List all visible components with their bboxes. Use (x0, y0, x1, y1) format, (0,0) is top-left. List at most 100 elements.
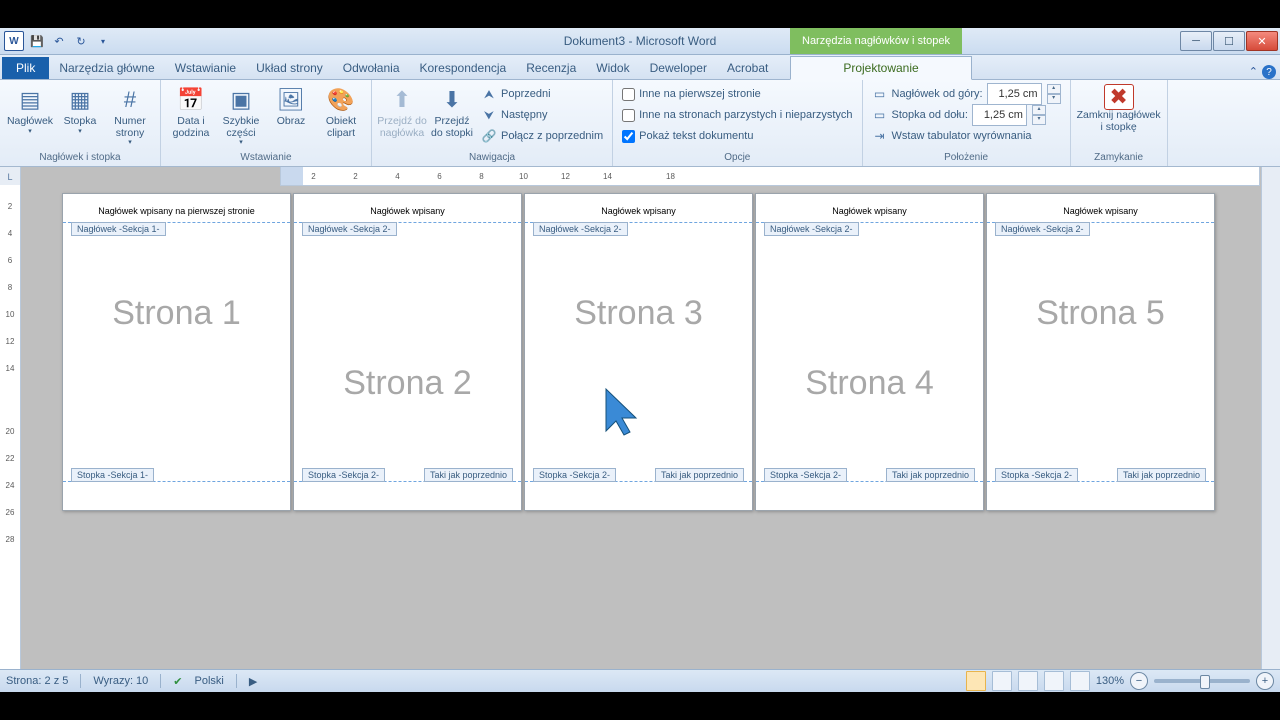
footer-area[interactable] (63, 481, 290, 510)
header-text: Nagłówek wpisany (756, 206, 983, 216)
zoom-in-button[interactable]: + (1256, 672, 1274, 690)
qat-more-icon[interactable]: ▾ (94, 32, 112, 50)
page-5[interactable]: Nagłówek wpisanyNagłówek -Sekcja 2-Stron… (986, 193, 1215, 511)
vertical-ruler[interactable]: 24681012142022242628 (0, 185, 21, 669)
redo-icon[interactable]: ↻ (72, 32, 90, 50)
proofing-icon[interactable]: ✔ (173, 675, 182, 688)
zoom-out-button[interactable]: − (1130, 672, 1148, 690)
goto-footer-button[interactable]: ⬇Przejdź do stopki (428, 82, 476, 150)
page-4[interactable]: Nagłówek wpisanyNagłówek -Sekcja 2-Stron… (755, 193, 984, 511)
group-label: Opcje (619, 151, 855, 164)
same-as-previous-tag: Taki jak poprzednio (1117, 468, 1206, 482)
goto-footer-icon: ⬇ (436, 84, 468, 116)
tab-uk-ad-strony[interactable]: Układ strony (246, 57, 333, 79)
date-icon: 📅 (175, 84, 207, 116)
quick-parts-button[interactable]: ▣Szybkie części▾ (217, 82, 265, 150)
page-canvas[interactable]: Nagłówek wpisany na pierwszej stronieNag… (20, 185, 1262, 669)
tab-odwo-ania[interactable]: Odwołania (333, 57, 410, 79)
close-icon: ✖ (1104, 84, 1134, 110)
view-full-screen[interactable] (992, 671, 1012, 691)
status-words[interactable]: Wyrazy: 10 (93, 675, 148, 687)
macro-icon[interactable]: ▶ (249, 675, 257, 688)
same-as-previous-tag: Taki jak poprzednio (886, 468, 975, 482)
spinner[interactable]: ▴▾ (1032, 105, 1046, 125)
zoom-percent[interactable]: 130% (1096, 675, 1124, 687)
header-from-top-row: ▭Nagłówek od góry:▴▾ (869, 84, 1064, 104)
footer-area[interactable] (756, 481, 983, 510)
goto-header-button: ⬆Przejdź do nagłówka (378, 82, 426, 150)
header-area[interactable]: Nagłówek wpisany (525, 194, 752, 223)
help-icon[interactable]: ? (1262, 65, 1276, 79)
picture-button[interactable]: 🖼Obraz (267, 82, 315, 150)
view-print-layout[interactable] (966, 671, 986, 691)
link-previous-button[interactable]: 🔗Połącz z poprzednim (478, 126, 606, 146)
view-web[interactable] (1018, 671, 1038, 691)
next-icon: ⮟ (481, 107, 497, 123)
header-text: Nagłówek wpisany (294, 206, 521, 216)
page-2[interactable]: Nagłówek wpisanyNagłówek -Sekcja 2-Stron… (293, 193, 522, 511)
page-1[interactable]: Nagłówek wpisany na pierwszej stronieNag… (62, 193, 291, 511)
footer-area[interactable] (294, 481, 521, 510)
clipart-button[interactable]: 🎨Obiekt clipart (317, 82, 365, 150)
header-section-tag: Nagłówek -Sekcja 1- (71, 222, 166, 236)
header-area[interactable]: Nagłówek wpisany (756, 194, 983, 223)
picture-icon: 🖼 (275, 84, 307, 116)
right-gutter (1261, 167, 1280, 669)
title-bar: W 💾 ↶ ↻ ▾ Dokument3 - Microsoft Word Nar… (0, 28, 1280, 55)
footer-bottom-input[interactable] (972, 104, 1027, 126)
page-3[interactable]: Nagłówek wpisanyNagłówek -Sekcja 2-Stron… (524, 193, 753, 511)
header-area[interactable]: Nagłówek wpisany (987, 194, 1214, 223)
group-options: Inne na pierwszej stronie Inne na strona… (613, 80, 862, 166)
tab-recenzja[interactable]: Recenzja (516, 57, 586, 79)
group-insert: 📅Data i godzina ▣Szybkie części▾ 🖼Obraz … (161, 80, 372, 166)
status-language[interactable]: Polski (195, 675, 224, 687)
file-tab[interactable]: Plik (2, 57, 49, 79)
header-top-input[interactable] (987, 83, 1042, 105)
minimize-button[interactable]: ─ (1180, 31, 1212, 51)
header-area[interactable]: Nagłówek wpisany na pierwszej stronie (63, 194, 290, 223)
tab-korespondencja[interactable]: Korespondencja (410, 57, 517, 79)
tab-acrobat[interactable]: Acrobat (717, 57, 778, 79)
header-area[interactable]: Nagłówek wpisany (294, 194, 521, 223)
group-label: Wstawianie (167, 151, 365, 164)
undo-icon[interactable]: ↶ (50, 32, 68, 50)
view-draft[interactable] (1070, 671, 1090, 691)
group-label: Nawigacja (378, 151, 606, 164)
footer-section-tag: Stopka -Sekcja 2- (764, 468, 847, 482)
group-position: ▭Nagłówek od góry:▴▾ ▭Stopka od dołu:▴▾ … (863, 80, 1071, 166)
tab-projektowanie[interactable]: Projektowanie (790, 56, 972, 80)
tab-narzędzia-g-ówne[interactable]: Narzędzia główne (49, 57, 164, 79)
footer-section-tag: Stopka -Sekcja 2- (533, 468, 616, 482)
status-page[interactable]: Strona: 2 z 5 (6, 675, 68, 687)
save-icon[interactable]: 💾 (28, 32, 46, 50)
page-number-button[interactable]: #Numer strony▾ (106, 82, 154, 150)
view-outline[interactable] (1044, 671, 1064, 691)
zoom-slider[interactable] (1154, 679, 1250, 683)
quickparts-icon: ▣ (225, 84, 257, 116)
horizontal-ruler[interactable]: 2246810121418 (280, 167, 1260, 186)
header-button[interactable]: ▤Nagłówek▾ (6, 82, 54, 150)
header-section-tag: Nagłówek -Sekcja 2- (302, 222, 397, 236)
insert-align-tab-button[interactable]: ⇥Wstaw tabulator wyrównania (869, 126, 1064, 146)
footer-area[interactable] (525, 481, 752, 510)
close-button[interactable]: ✕ (1246, 31, 1278, 51)
date-time-button[interactable]: 📅Data i godzina (167, 82, 215, 150)
close-header-footer-button[interactable]: ✖Zamknij nagłówek i stopkę (1077, 82, 1161, 150)
spinner[interactable]: ▴▾ (1047, 84, 1061, 104)
show-doc-text-checkbox[interactable]: Pokaż tekst dokumentu (619, 126, 855, 146)
footer-button[interactable]: ▦Stopka▾ (56, 82, 104, 150)
previous-button[interactable]: ⮝Poprzedni (478, 84, 606, 104)
footer-area[interactable] (987, 481, 1214, 510)
next-button[interactable]: ⮟Następny (478, 105, 606, 125)
context-tab-title: Narzędzia nagłówków i stopek (790, 28, 962, 54)
page-body-text: Strona 3 (525, 294, 752, 333)
tab-wstawianie[interactable]: Wstawianie (165, 57, 246, 79)
margin-bottom-icon: ▭ (872, 107, 888, 123)
tab-deweloper[interactable]: Deweloper (640, 57, 717, 79)
tab-widok[interactable]: Widok (586, 57, 639, 79)
ribbon-collapse-icon[interactable]: ⌃ (1249, 65, 1258, 79)
window-title: Dokument3 - Microsoft Word (0, 34, 1280, 48)
diff-first-page-checkbox[interactable]: Inne na pierwszej stronie (619, 84, 855, 104)
maximize-button[interactable]: ☐ (1213, 31, 1245, 51)
diff-odd-even-checkbox[interactable]: Inne na stronach parzystych i nieparzyst… (619, 105, 855, 125)
